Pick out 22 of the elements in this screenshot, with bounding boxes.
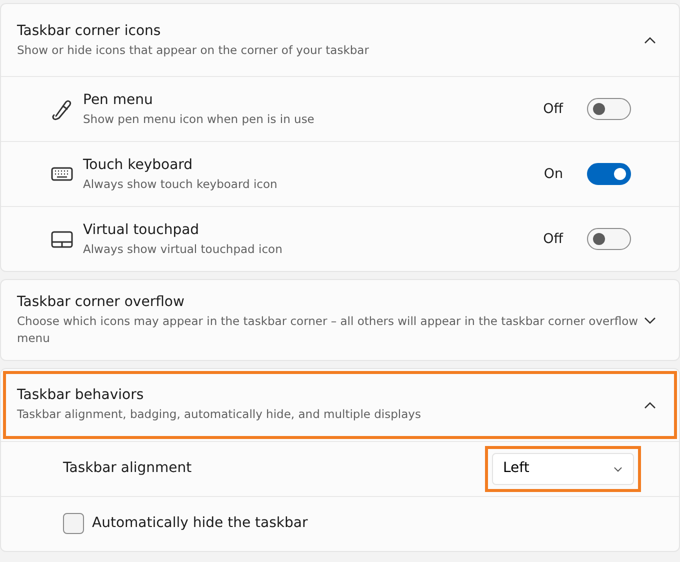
section-title: Taskbar behaviors — [17, 386, 145, 406]
setting-title: Pen menu — [83, 90, 154, 110]
section-description: Show or hide icons that appear on the corner of your taskbar — [17, 42, 369, 59]
toggle-switch[interactable] — [587, 228, 631, 250]
toggle-state-label: On — [544, 164, 563, 184]
section-description: Choose which icons may appear in the taskbar corner – all others will appear in the taskbar corner overflow menu — [17, 313, 640, 348]
alignment-dropdown[interactable]: Left — [492, 452, 634, 484]
section-title: Taskbar corner icons — [17, 22, 162, 41]
setting-label: Taskbar alignment — [63, 459, 192, 478]
checkbox-label: Automatically hide the taskbar — [92, 514, 308, 533]
checkbox[interactable] — [63, 513, 84, 534]
setting-description: Always show virtual touchpad icon — [83, 240, 284, 258]
section-description: Taskbar alignment, badging, automatically hide, and multiple displays — [17, 406, 421, 424]
setting-title: Touch keyboard — [83, 156, 194, 175]
setting-title: Virtual touchpad — [83, 220, 200, 240]
toggle-state-label: Off — [543, 230, 563, 249]
toggle-state-label: Off — [543, 100, 563, 119]
toggle-switch[interactable] — [587, 163, 631, 185]
toggle-switch[interactable] — [587, 98, 631, 120]
setting-description: Always show touch keyboard icon — [83, 176, 278, 193]
setting-description: Show pen menu icon when pen is in use — [83, 110, 316, 128]
section-title: Taskbar corner overflow — [17, 293, 186, 312]
